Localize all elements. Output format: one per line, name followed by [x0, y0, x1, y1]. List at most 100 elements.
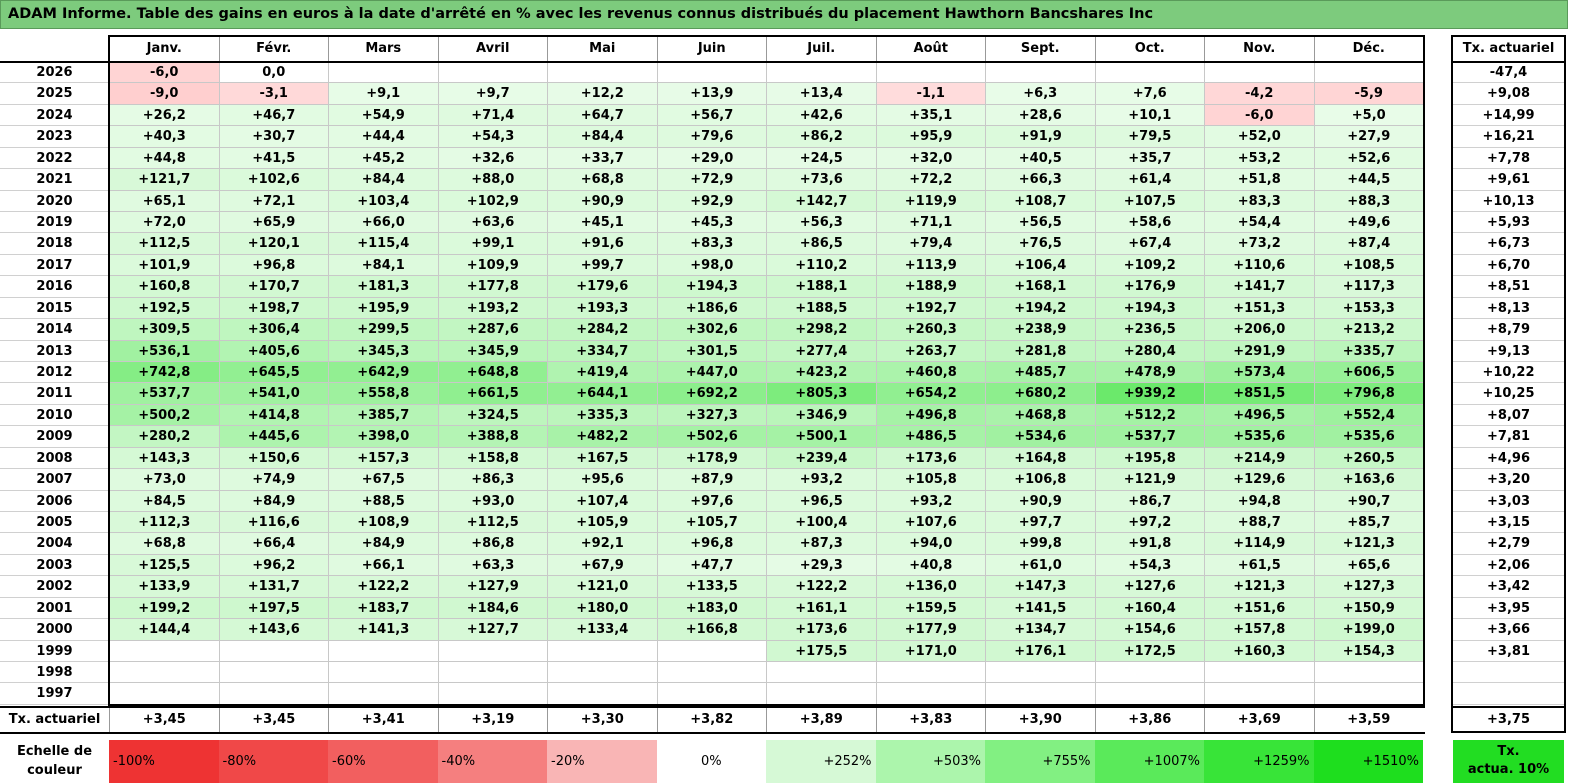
- annual-cell: [1453, 683, 1564, 705]
- footer-top-line: [0, 706, 1425, 708]
- table-cell: +127,9: [437, 576, 547, 598]
- scale-label: Echelle de couleur: [0, 740, 109, 783]
- table-cell: +160,3: [1204, 640, 1314, 663]
- table-cell: [437, 662, 547, 684]
- table-cell: +121,3: [1313, 533, 1423, 555]
- table-cell: +93,0: [437, 490, 547, 513]
- table-cell: +180,0: [547, 597, 657, 620]
- table-cell: +419,4: [547, 362, 657, 384]
- table-cell: +40,5: [985, 147, 1095, 170]
- table-cell: +107,5: [1094, 190, 1204, 212]
- table-cell: +56,3: [766, 212, 876, 234]
- table-cell: +153,3: [1313, 297, 1423, 320]
- table-cell: [875, 62, 985, 84]
- table-cell: +9,1: [328, 83, 438, 105]
- table-cell: +73,2: [1204, 233, 1314, 255]
- footer-cell: +3,89: [766, 707, 876, 732]
- table-cell: [656, 640, 766, 663]
- table-cell: [766, 662, 876, 684]
- table-cell: +239,4: [766, 447, 876, 470]
- table-cell: +486,5: [875, 426, 985, 448]
- table-cell: [985, 662, 1095, 684]
- table-cell: +86,3: [437, 469, 547, 491]
- year-label: 2019: [0, 212, 109, 234]
- table-cell: +91,9: [985, 126, 1095, 148]
- annual-cell: +5,93: [1453, 212, 1564, 234]
- table-cell: [1204, 662, 1314, 684]
- annual-cell: +10,13: [1453, 191, 1564, 212]
- table-cell: +13,9: [656, 83, 766, 105]
- table-cell: +147,3: [985, 576, 1095, 598]
- table-cell: +85,7: [1313, 512, 1423, 534]
- table-cell: +173,6: [875, 447, 985, 470]
- table-cell: [218, 683, 328, 705]
- table-cell: +58,6: [1094, 212, 1204, 234]
- table-cell: +238,9: [985, 319, 1095, 341]
- table-cell: +194,3: [1094, 297, 1204, 320]
- table-cell: +74,9: [218, 469, 328, 491]
- scale-step: +252%: [766, 740, 876, 783]
- footer-cell: +3,30: [547, 707, 657, 732]
- table-cell: +206,0: [1204, 319, 1314, 341]
- table-cell: +63,6: [437, 212, 547, 234]
- table-cell: +119,9: [875, 190, 985, 212]
- table-cell: +195,8: [1094, 447, 1204, 470]
- annual-cell: +2,06: [1453, 555, 1564, 577]
- table-cell: +324,5: [437, 404, 547, 427]
- table-cell: +193,2: [437, 297, 547, 320]
- table-cell: +99,8: [985, 533, 1095, 555]
- table-cell: [656, 683, 766, 705]
- table-cell: +606,5: [1313, 362, 1423, 384]
- year-label: 1999: [0, 641, 109, 663]
- table-cell: +98,0: [656, 254, 766, 277]
- scale-label-line2: couleur: [27, 763, 82, 778]
- annual-cell: +6,73: [1453, 233, 1564, 255]
- table-cell: +188,5: [766, 297, 876, 320]
- table-cell: [437, 62, 547, 84]
- table-cell: +44,8: [109, 147, 219, 170]
- scale-step: +503%: [875, 740, 985, 783]
- table-cell: +66,0: [328, 212, 438, 234]
- table-cell: [547, 662, 657, 684]
- table-cell: +32,0: [875, 147, 985, 170]
- annual-cell: +3,42: [1453, 576, 1564, 598]
- year-label: 2018: [0, 233, 109, 255]
- table-cell: +460,8: [875, 362, 985, 384]
- table-cell: [985, 683, 1095, 705]
- table-cell: +141,5: [985, 597, 1095, 620]
- table-cell: +335,7: [1313, 340, 1423, 362]
- table-cell: +87,9: [656, 469, 766, 491]
- table-cell: +151,3: [1204, 297, 1314, 320]
- table-cell: +512,2: [1094, 404, 1204, 427]
- annual-cell: +8,07: [1453, 405, 1564, 427]
- scale-step: +1510%: [1313, 740, 1423, 783]
- table-cell: +47,7: [656, 554, 766, 577]
- table-cell: +541,0: [218, 383, 328, 405]
- table-cell: +163,6: [1313, 469, 1423, 491]
- table-cell: +40,3: [109, 126, 219, 148]
- table-cell: +644,1: [547, 383, 657, 405]
- table-cell: +71,4: [437, 104, 547, 127]
- table-cell: +49,6: [1313, 212, 1423, 234]
- annual-cell: +8,13: [1453, 298, 1564, 320]
- annual-cell: +3,81: [1453, 641, 1564, 663]
- table-cell: +29,3: [766, 554, 876, 577]
- table-cell: +115,4: [328, 233, 438, 255]
- table-cell: +302,6: [656, 319, 766, 341]
- table-cell: +24,5: [766, 147, 876, 170]
- scale-step: -20%: [547, 740, 657, 783]
- annual-cell: +4,96: [1453, 448, 1564, 470]
- footer-cell: +3,86: [1094, 707, 1205, 732]
- table-cell: +122,2: [328, 576, 438, 598]
- year-label: 2025: [0, 83, 109, 105]
- table-cell: +105,8: [875, 469, 985, 491]
- annual-cell: +16,21: [1453, 126, 1564, 148]
- table-cell: -6,0: [1204, 104, 1314, 127]
- table-cell: +109,2: [1094, 254, 1204, 277]
- table-cell: +40,8: [875, 554, 985, 577]
- annual-header: Tx. actuariel: [1462, 41, 1555, 56]
- footer-cell: +3,90: [985, 707, 1095, 732]
- table-cell: +68,8: [109, 533, 219, 555]
- table-cell: [547, 640, 657, 663]
- table-cell: +96,5: [766, 490, 876, 513]
